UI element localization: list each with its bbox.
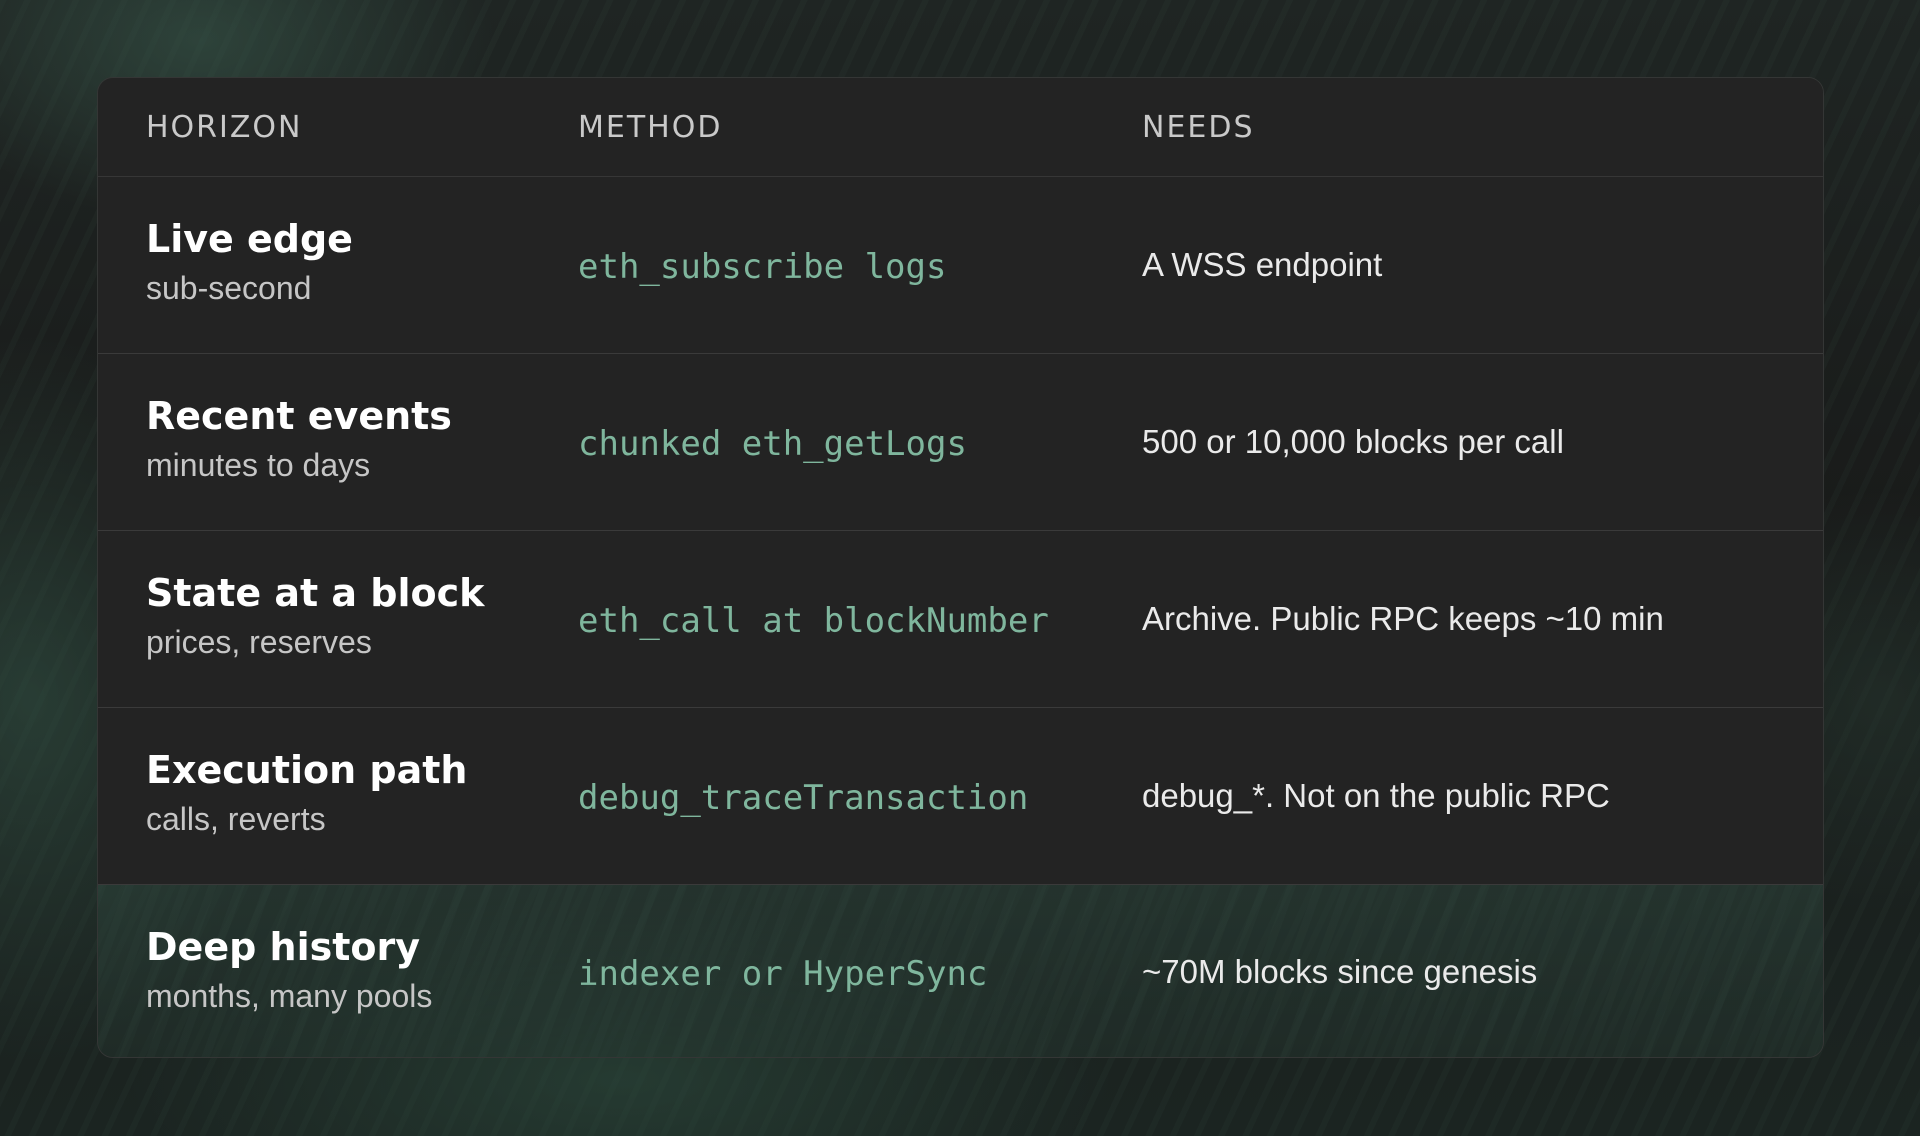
- horizon-title: Live edge: [146, 217, 353, 261]
- needs-cell: A WSS endpoint: [1142, 246, 1383, 283]
- needs-cell: debug_*. Not on the public RPC: [1142, 777, 1610, 814]
- horizon-subtitle: minutes to days: [146, 447, 371, 483]
- horizon-cell: Execution path calls, reverts: [146, 746, 467, 842]
- table-header-row: HORIZON METHOD NEEDS: [98, 78, 1823, 177]
- horizon-subtitle: calls, reverts: [146, 801, 326, 837]
- horizon-cell: Live edge sub-second: [146, 215, 353, 311]
- needs-cell: ~70M blocks since genesis: [1142, 953, 1538, 990]
- needs-cell: 500 or 10,000 blocks per call: [1142, 423, 1564, 460]
- method-cell: indexer or HyperSync: [578, 954, 988, 994]
- horizon-cell: State at a block prices, reserves: [146, 569, 484, 665]
- header-method: METHOD: [578, 110, 723, 145]
- horizon-title: Recent events: [146, 394, 452, 438]
- table-row: Live edge sub-second eth_subscribe logs …: [98, 177, 1823, 354]
- method-cell: debug_traceTransaction: [578, 778, 1029, 818]
- horizon-subtitle: prices, reserves: [146, 624, 372, 660]
- method-cell: eth_call at blockNumber: [578, 601, 1049, 641]
- method-cell: chunked eth_getLogs: [578, 424, 967, 464]
- horizon-title: State at a block: [146, 571, 485, 615]
- horizon-title: Execution path: [146, 748, 468, 792]
- needs-cell: Archive. Public RPC keeps ~10 min: [1142, 600, 1664, 637]
- table-row: Recent events minutes to days chunked et…: [98, 354, 1823, 531]
- horizon-method-table: HORIZON METHOD NEEDS Live edge sub-secon…: [97, 77, 1824, 1058]
- horizon-subtitle: months, many pools: [146, 978, 433, 1014]
- table-row: Execution path calls, reverts debug_trac…: [98, 708, 1823, 885]
- header-needs: NEEDS: [1142, 110, 1255, 145]
- horizon-title: Deep history: [146, 925, 420, 969]
- horizon-cell: Recent events minutes to days: [146, 392, 452, 488]
- table-row: State at a block prices, reserves eth_ca…: [98, 531, 1823, 708]
- horizon-subtitle: sub-second: [146, 270, 312, 306]
- table-row: Deep history months, many pools indexer …: [98, 885, 1823, 1057]
- horizon-cell: Deep history months, many pools: [146, 923, 432, 1019]
- method-cell: eth_subscribe logs: [578, 247, 947, 287]
- header-horizon: HORIZON: [146, 110, 303, 145]
